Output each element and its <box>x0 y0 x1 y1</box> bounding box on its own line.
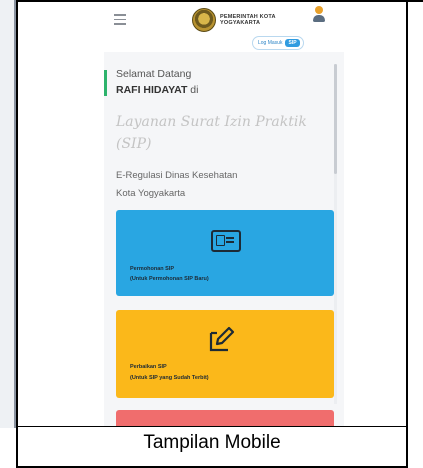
card-subtitle: (Untuk Permohonan SIP Baru) <box>130 276 209 282</box>
mobile-screenshot: PEMERINTAH KOTA YOGYAKARTA Log Masuk SIP… <box>104 2 344 426</box>
left-panel-strip <box>0 0 16 428</box>
city-logo[interactable]: PEMERINTAH KOTA YOGYAKARTA <box>192 8 292 32</box>
desc-line2: Kota Yogyakarta <box>116 188 186 199</box>
card-title: Perbaikan SIP <box>130 364 167 370</box>
logo-text-line2: YOGYAKARTA <box>220 20 261 26</box>
scrollbar-thumb[interactable] <box>334 64 337 174</box>
app-name-line1: Layanan Surat Izin Praktik <box>116 114 307 130</box>
card-perbaikan-sip[interactable]: Perbaikan SIP (Untuk SIP yang Sudah Terb… <box>116 310 334 398</box>
desc-line1: E-Regulasi Dinas Kesehatan <box>116 170 238 181</box>
card-title: Permohonan SIP <box>130 266 175 272</box>
app-name-line2: (SIP) <box>116 136 152 152</box>
card-subtitle: (Untuk SIP yang Sudah Terbit) <box>130 375 209 381</box>
welcome-user-line: RAFI HIDAYAT di <box>116 84 198 96</box>
table-caption-divider <box>16 426 408 427</box>
hamburger-icon[interactable] <box>114 14 126 25</box>
edit-icon <box>209 326 235 352</box>
user-icon[interactable] <box>312 6 326 24</box>
table-border-right <box>406 0 408 468</box>
id-card-icon <box>211 230 241 252</box>
pill-label: Log Masuk <box>258 40 283 46</box>
table-border-left <box>16 0 18 468</box>
pill-badge: SIP <box>285 39 300 47</box>
welcome-greeting: Selamat Datang <box>116 68 192 80</box>
caption: Tampilan Mobile <box>143 432 281 453</box>
login-pill-button[interactable]: Log Masuk SIP <box>252 36 304 50</box>
card-permohonan-sip[interactable]: Permohonan SIP (Untuk Permohonan SIP Bar… <box>116 210 334 296</box>
welcome-accent-bar <box>104 70 107 96</box>
crest-icon <box>192 8 216 32</box>
welcome-suffix: di <box>187 84 199 96</box>
card-third-partial[interactable] <box>116 410 334 426</box>
mobile-header: PEMERINTAH KOTA YOGYAKARTA Log Masuk SIP <box>104 2 344 52</box>
logo-text: PEMERINTAH KOTA YOGYAKARTA <box>220 14 276 27</box>
user-name: RAFI HIDAYAT <box>116 84 188 96</box>
